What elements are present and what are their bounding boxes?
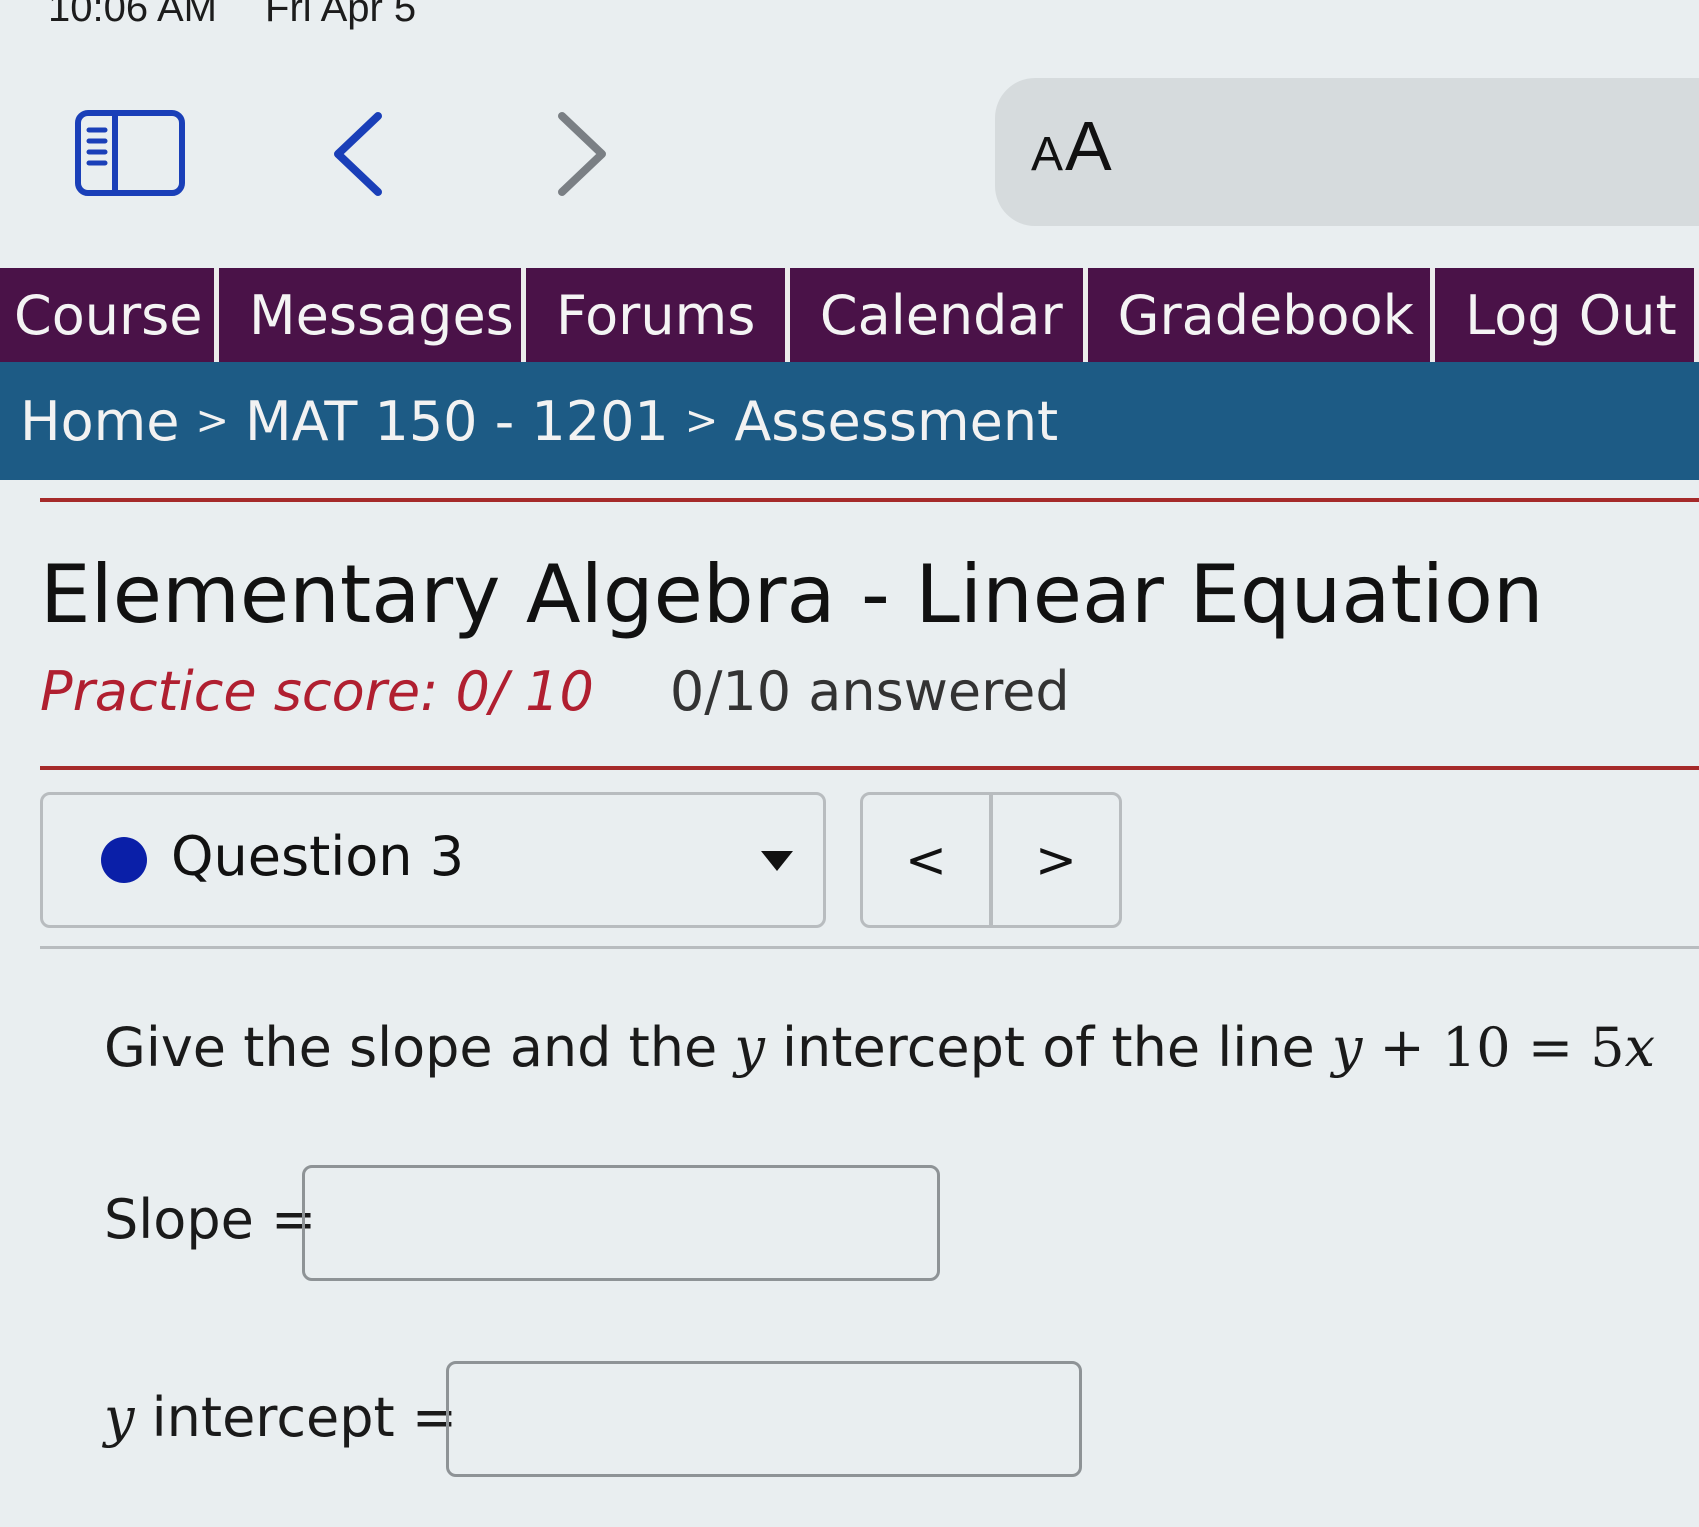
status-date: Fri Apr 5 (265, 0, 417, 30)
chevron-down-icon (761, 851, 793, 871)
nav-course[interactable]: Course (0, 268, 219, 362)
course-nav-bar: Course Messages Forums Calendar Gradeboo… (0, 268, 1699, 362)
score-line: Practice score: 0/ 10 0/10 answered (40, 660, 1070, 730)
breadcrumb-assessment: Assessment (734, 389, 1059, 453)
slope-label: Slope = (104, 1188, 317, 1251)
divider (40, 498, 1699, 502)
reader-text-size-button[interactable]: AA (1031, 106, 1114, 186)
divider (40, 766, 1699, 770)
breadcrumb: Home > MAT 150 - 1201 > Assessment (0, 362, 1699, 480)
question-select-label: Question 3 (171, 825, 465, 888)
browser-back-icon[interactable] (320, 106, 400, 202)
breadcrumb-home[interactable]: Home (20, 390, 179, 453)
nav-forums[interactable]: Forums (526, 268, 790, 362)
next-question-button[interactable]: > (993, 795, 1119, 925)
nav-messages[interactable]: Messages (219, 268, 526, 362)
math-variable: y (734, 1016, 765, 1079)
equation: y + 10 = 5x (1331, 1016, 1656, 1079)
status-time: 10:06 AM (48, 0, 218, 30)
nav-log-out[interactable]: Log Out (1435, 268, 1699, 362)
previous-question-button[interactable]: < (863, 795, 993, 925)
question-pager: < > (860, 792, 1122, 928)
divider (40, 946, 1699, 949)
nav-calendar[interactable]: Calendar (790, 268, 1088, 362)
y-intercept-label: y intercept = (104, 1386, 458, 1449)
question-status-dot-icon (101, 837, 147, 883)
y-intercept-input[interactable] (446, 1361, 1082, 1477)
address-bar[interactable]: AA (995, 78, 1699, 226)
practice-score: Practice score: 0/ 10 (40, 660, 594, 723)
breadcrumb-separator: > (195, 398, 229, 444)
breadcrumb-separator: > (684, 398, 719, 444)
slope-input[interactable] (302, 1165, 940, 1281)
sidebar-toggle-icon[interactable] (75, 110, 185, 196)
browser-toolbar: AA (0, 70, 1699, 270)
breadcrumb-course[interactable]: MAT 150 - 1201 (245, 390, 669, 453)
question-select-dropdown[interactable]: Question 3 (40, 792, 826, 928)
question-prompt: Give the slope and the y intercept of th… (104, 1016, 1656, 1079)
nav-gradebook[interactable]: Gradebook (1088, 268, 1436, 362)
answered-count: 0/10 answered (669, 660, 1070, 723)
status-bar: 10:06 AM Fri Apr 5 (48, 0, 416, 36)
browser-forward-icon[interactable] (540, 106, 620, 202)
page-title: Elementary Algebra - Linear Equation (40, 548, 1544, 641)
